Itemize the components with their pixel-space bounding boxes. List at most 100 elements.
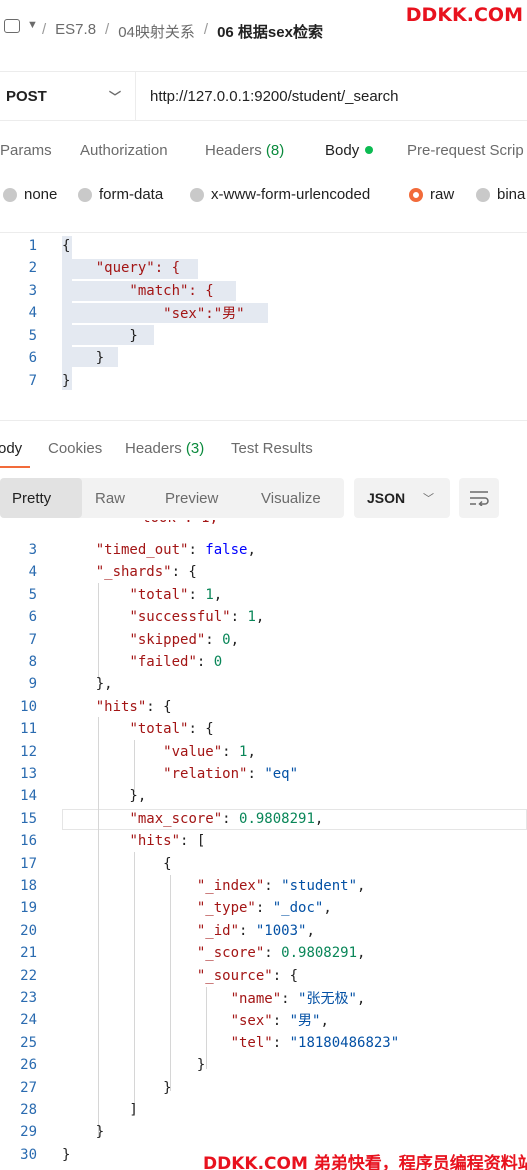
- line-number: 20: [20, 922, 37, 939]
- tab-response-headers[interactable]: Headers (3): [125, 440, 204, 457]
- request-body-editor[interactable]: 1{ 2 "query": { 3 "match": { 4 "sex":"男"…: [0, 232, 527, 420]
- tab-test-results[interactable]: Test Results: [231, 440, 313, 457]
- code-text: "max_score": 0.9808291,: [129, 810, 324, 827]
- line-number: 4: [28, 564, 37, 581]
- line-number: 15: [20, 810, 37, 827]
- breadcrumb-item-folder[interactable]: 04映射关系: [118, 21, 195, 42]
- wrap-lines-icon: [470, 491, 489, 506]
- code-text: }: [62, 1146, 71, 1163]
- radio-circle-selected: [409, 187, 423, 202]
- code-line: 23 "name": "张无极",: [0, 987, 527, 1009]
- code-line: 6 }: [0, 347, 527, 369]
- request-title[interactable]: 06 根据sex检索: [217, 21, 323, 42]
- line-number: 6: [28, 350, 37, 366]
- radio-form-data[interactable]: form-data: [78, 186, 163, 203]
- line-number: 22: [20, 967, 37, 984]
- code-line: 5 "total": 1,: [0, 584, 527, 606]
- line-number: 26: [20, 1057, 37, 1074]
- radio-none[interactable]: none: [3, 186, 57, 203]
- divider: [0, 420, 527, 421]
- view-pretty[interactable]: Pretty: [0, 478, 82, 518]
- code-line: 28 ]: [0, 1099, 527, 1121]
- code-line: 20 "_id": "1003",: [0, 920, 527, 942]
- tab-cookies[interactable]: Cookies: [48, 440, 102, 457]
- code-line: 1{: [0, 235, 527, 257]
- line-number: 18: [20, 878, 37, 894]
- breadcrumb-separator: /: [105, 21, 110, 38]
- code-line: 24 "sex": "男",: [0, 1009, 527, 1031]
- radio-raw[interactable]: raw: [409, 186, 454, 203]
- code-text: }: [62, 350, 105, 366]
- code-text: "total": 1,: [129, 586, 223, 603]
- line-number: 5: [28, 328, 37, 344]
- format-select[interactable]: JSON ﹀: [354, 478, 450, 518]
- code-text: "hits": [: [129, 833, 206, 850]
- code-line: 15 "max_score": 0.9808291,: [0, 808, 527, 830]
- code-text: }: [62, 1057, 206, 1074]
- code-line: 26 }: [0, 1054, 527, 1076]
- code-line: 13 "relation": "eq": [0, 763, 527, 785]
- breadcrumb-separator: /: [203, 21, 209, 38]
- tab-response-body[interactable]: ody: [0, 440, 22, 457]
- watermark-bottom: DDKK.COM 弟弟快看，程序员编程资料站: [203, 1149, 527, 1170]
- code-text: "_source": {: [196, 967, 299, 984]
- body-type-radios: none form-data x-www-form-urlencoded raw…: [0, 186, 527, 208]
- code-text: "sex": "男",: [230, 1013, 329, 1030]
- code-text: "_shards": {: [95, 564, 197, 581]
- code-text: },: [62, 676, 113, 693]
- radio-circle: [3, 187, 17, 202]
- radio-circle: [476, 187, 490, 202]
- tab-pre-request-script[interactable]: Pre-request Scrip: [407, 142, 524, 159]
- code-line: 21 "_score": 0.9808291,: [0, 942, 527, 964]
- code-line: 2 "query": {: [0, 257, 527, 279]
- tab-authorization[interactable]: Authorization: [80, 142, 168, 159]
- code-text: }: [62, 373, 71, 389]
- line-number: 3: [28, 542, 37, 558]
- url-input[interactable]: http://127.0.0.1:9200/student/_search: [136, 72, 399, 120]
- code-text: "match": {: [62, 283, 214, 299]
- tab-body[interactable]: Body: [325, 142, 374, 159]
- line-number: 19: [20, 900, 37, 917]
- code-text: "timed_out": false,: [95, 542, 256, 558]
- radio-circle: [78, 187, 92, 202]
- view-preview[interactable]: Preview: [165, 478, 218, 518]
- code-line: 11 "total": {: [0, 718, 527, 740]
- line-number: 16: [20, 833, 37, 850]
- radio-label: form-data: [99, 186, 164, 203]
- line-number: 28: [20, 1102, 37, 1118]
- code-text: {: [62, 238, 71, 254]
- line-number: 5: [28, 586, 37, 603]
- code-text: {: [62, 855, 172, 872]
- view-raw[interactable]: Raw: [95, 478, 125, 518]
- line-number: 4: [28, 305, 37, 321]
- code-line: 18 "_index": "student",: [0, 875, 527, 897]
- line-number: 12: [20, 743, 37, 760]
- code-line: 9 },: [0, 673, 527, 695]
- code-line: 5 }: [0, 325, 527, 347]
- wrap-lines-button[interactable]: [459, 478, 499, 518]
- collection-icon[interactable]: [4, 19, 20, 33]
- code-text: "query": {: [62, 260, 181, 276]
- breadcrumb-item-collection[interactable]: ES7.8: [55, 21, 96, 42]
- response-body-viewer[interactable]: "took": 1, 3 "timed_out": false,4 "_shar…: [0, 520, 527, 1170]
- radio-circle: [190, 187, 204, 202]
- radio-binary[interactable]: bina: [476, 186, 525, 203]
- view-visualize[interactable]: Visualize: [261, 478, 321, 518]
- headers-count: (8): [265, 142, 285, 159]
- method-select[interactable]: POST ﹀: [0, 72, 136, 120]
- radio-x-www-form-urlencoded[interactable]: x-www-form-urlencoded: [190, 186, 370, 203]
- code-text: "_id": "1003",: [196, 922, 315, 939]
- radio-label: bina: [497, 186, 526, 203]
- code-text: "skipped": 0,: [129, 631, 240, 648]
- code-line: 19 "_type": "_doc",: [0, 897, 527, 919]
- radio-label: raw: [430, 186, 455, 203]
- code-line: 10 "hits": {: [0, 696, 527, 718]
- code-line: 14 },: [0, 785, 527, 807]
- code-text: }: [62, 1079, 172, 1096]
- chevron-down-icon[interactable]: ▼: [27, 19, 38, 31]
- tab-headers[interactable]: Headers (8): [205, 142, 284, 159]
- breadcrumb-separator: /: [42, 21, 47, 38]
- line-number: 3: [28, 283, 37, 299]
- code-text: }: [62, 1124, 105, 1141]
- tab-params[interactable]: Params: [0, 142, 52, 159]
